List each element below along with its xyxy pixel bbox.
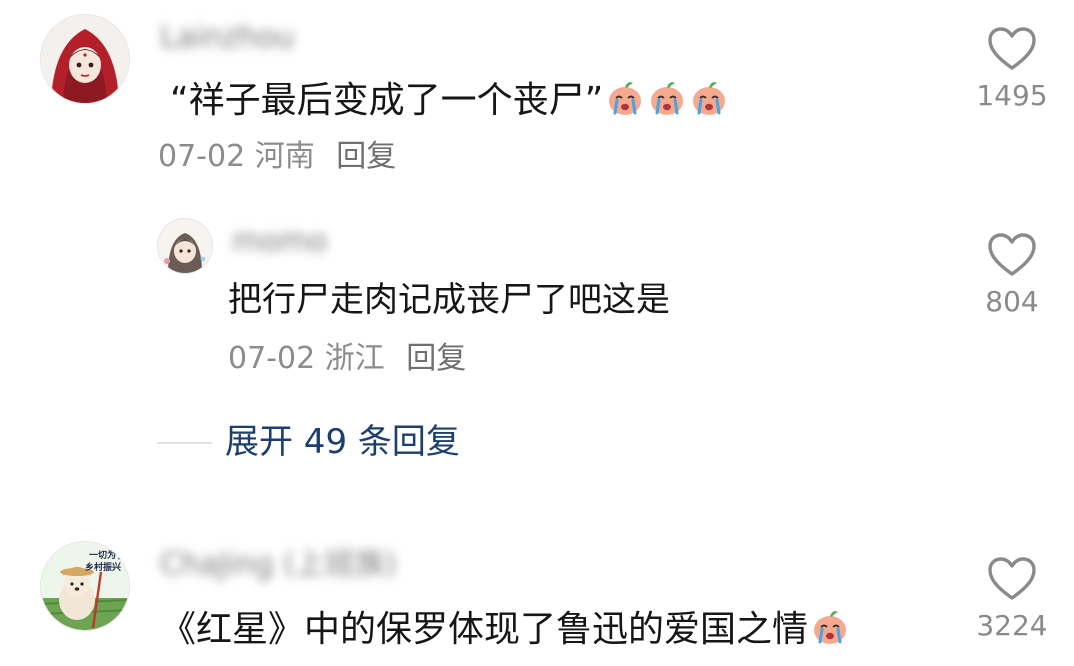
reply-button[interactable]: 回复 [406, 341, 466, 376]
heart-icon[interactable] [967, 232, 1057, 278]
crying-peach-emoji-icon [689, 78, 729, 118]
comment-meta: 07-02 河南 回复 [158, 137, 396, 177]
avatar[interactable]: 一切为了 乡村振兴 [40, 541, 130, 631]
expand-divider [157, 442, 212, 444]
reply-location: 浙江 [324, 341, 385, 376]
like-column: 3224 [967, 556, 1057, 644]
comment-location: 河南 [254, 139, 315, 174]
reply-meta: 07-02 浙江 回复 [228, 339, 466, 379]
avatar[interactable] [40, 14, 130, 104]
comment-text: “祥子最后变成了一个丧尸” [170, 78, 729, 123]
avatar[interactable] [157, 218, 213, 274]
avatar-badge-text-bottom: 乡村振兴 [85, 561, 121, 573]
like-count: 3224 [976, 609, 1048, 642]
red-hood-girl-avatar-icon [41, 15, 129, 103]
reply-date: 07-02 [228, 341, 316, 376]
username[interactable]: Lainzhou [160, 18, 295, 58]
like-column: 1495 [967, 26, 1057, 114]
reply-text: 把行尸走肉记成丧尸了吧这是 [228, 280, 670, 320]
comment-text-content: “祥子最后变成了一个丧尸” [170, 80, 604, 121]
expand-replies-button[interactable]: 展开 49 条回复 [225, 420, 460, 464]
like-column: 804 [967, 232, 1057, 320]
comment-text-content: 《红星》中的保罗体现了鲁迅的爱国之情 [160, 609, 809, 650]
username[interactable]: ChaJing (上班族) [160, 545, 397, 585]
heart-icon[interactable] [967, 556, 1057, 602]
username[interactable]: momo [232, 222, 327, 262]
dog-farmer-avatar-icon: 一切为了 乡村振兴 [41, 542, 129, 630]
comment-text: 《红星》中的保罗体现了鲁迅的爱国之情 [160, 607, 850, 652]
heart-icon[interactable] [967, 26, 1057, 72]
comment-date: 07-02 [158, 139, 246, 174]
like-count: 804 [985, 285, 1039, 318]
like-count: 1495 [976, 79, 1048, 112]
crying-peach-emoji-icon [810, 607, 850, 647]
crying-peach-emoji-icon [647, 78, 687, 118]
crying-peach-emoji-icon [605, 78, 645, 118]
anime-girl-avatar-icon [158, 219, 212, 273]
reply-button[interactable]: 回复 [336, 139, 396, 174]
avatar-badge-text-top: 一切为了 [89, 549, 125, 561]
